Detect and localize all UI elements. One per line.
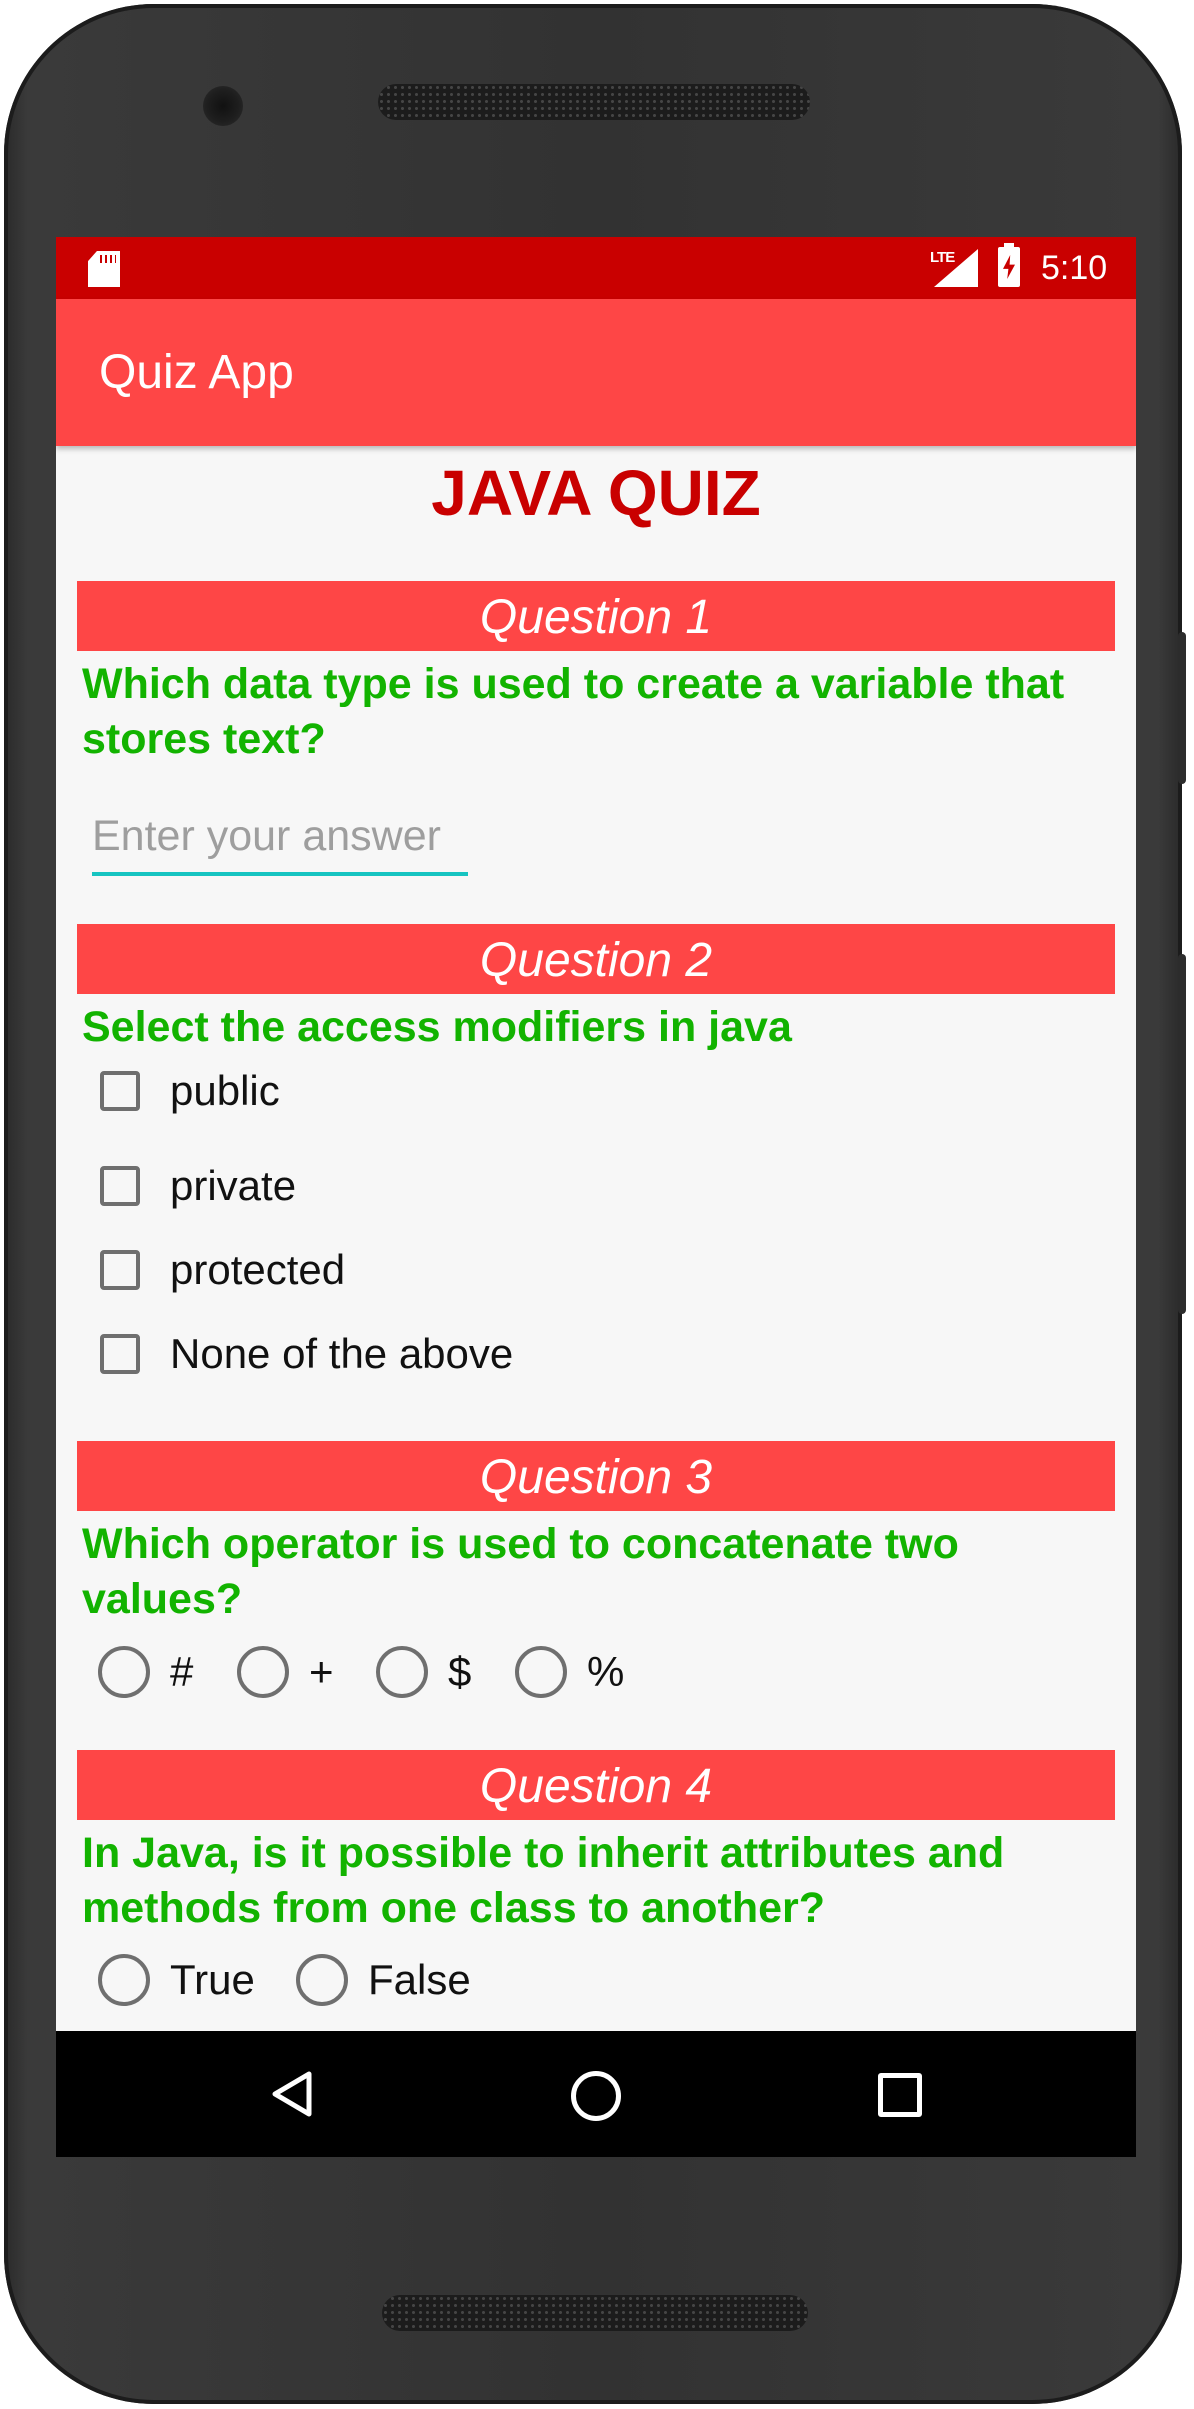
status-bar: LTE 5:10 — [56, 237, 1136, 299]
app-bar: Quiz App — [56, 299, 1136, 446]
question-2-text: Select the access modifiers in java — [82, 1003, 792, 1051]
checkbox-label: public — [170, 1067, 280, 1114]
radio-label: False — [368, 1956, 471, 2003]
question-3-header: Question 3 — [77, 1441, 1115, 1511]
radio-label: $ — [448, 1648, 472, 1695]
radio-icon[interactable] — [376, 1646, 428, 1698]
top-speaker — [378, 84, 810, 120]
radio-label: % — [587, 1648, 625, 1695]
power-button — [1178, 954, 1186, 1314]
screen: LTE 5:10 Quiz App JAVA QUIZ Question 1 W… — [56, 237, 1136, 2157]
question-4-header: Question 4 — [77, 1750, 1115, 1820]
checkbox-label: private — [170, 1162, 297, 1209]
checkbox-label: None of the above — [170, 1330, 514, 1377]
volume-button — [1178, 632, 1186, 784]
bottom-speaker — [382, 2295, 808, 2331]
phone-frame: LTE 5:10 Quiz App JAVA QUIZ Question 1 W… — [4, 4, 1186, 2404]
back-icon[interactable] — [271, 2071, 313, 2117]
radio-icon[interactable] — [296, 1954, 348, 2006]
quiz-title: JAVA QUIZ — [431, 457, 761, 529]
radio-icon[interactable] — [515, 1646, 567, 1698]
quiz-content[interactable]: JAVA QUIZ Question 1 Which data type is … — [56, 446, 1136, 2031]
lte-label: LTE — [930, 249, 955, 266]
question-3-text: Which operator is used to concatenate tw… — [82, 1520, 959, 1623]
checkbox-icon[interactable] — [100, 1250, 140, 1290]
status-time: 5:10 — [1041, 249, 1108, 287]
question-1-header: Question 1 — [77, 581, 1115, 651]
navigation-bar — [56, 2031, 1136, 2157]
radio-icon[interactable] — [237, 1646, 289, 1698]
radio-label: True — [170, 1956, 255, 2003]
radio-icon[interactable] — [98, 1954, 150, 2006]
answer-input[interactable] — [92, 806, 468, 876]
battery-charging-icon — [998, 243, 1020, 287]
app-title: Quiz App — [99, 346, 294, 399]
sd-card-icon — [88, 251, 120, 287]
checkbox-icon[interactable] — [100, 1071, 140, 1111]
question-1-text: Which data type is used to create a vari… — [82, 660, 1065, 763]
home-icon[interactable] — [571, 2071, 621, 2121]
radio-label: + — [309, 1648, 334, 1695]
checkbox-label: protected — [170, 1246, 346, 1293]
radio-label: # — [170, 1648, 194, 1695]
question-2-header: Question 2 — [77, 924, 1115, 994]
front-camera — [203, 86, 243, 126]
checkbox-icon[interactable] — [100, 1166, 140, 1206]
question-4-text: In Java, is it possible to inherit attri… — [82, 1829, 1005, 1932]
radio-icon[interactable] — [98, 1646, 150, 1698]
recents-icon[interactable] — [878, 2073, 922, 2117]
checkbox-icon[interactable] — [100, 1334, 140, 1374]
